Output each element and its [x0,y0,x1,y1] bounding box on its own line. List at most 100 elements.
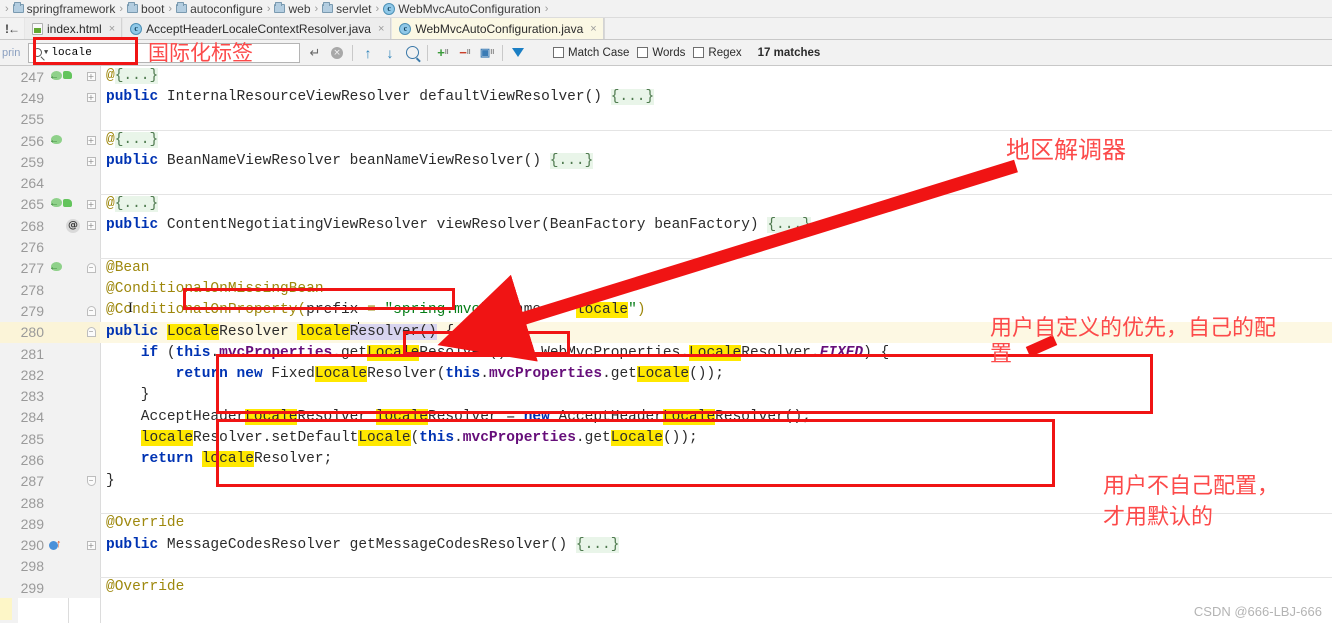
code-row[interactable]: 256 + @{...} [0,129,1332,152]
fold-control[interactable]: + [82,157,100,167]
line-gutter[interactable]: 280 − [0,321,100,343]
bean-icon[interactable] [49,134,62,147]
fold-expand-icon[interactable]: + [86,199,96,209]
tab-index-html[interactable]: index.html × [24,18,123,39]
fold-control[interactable]: + [82,72,100,82]
code-row[interactable]: 259 + public BeanNameViewResolver beanNa… [0,151,1332,173]
code-row[interactable]: 298 [0,555,1332,578]
at-icon[interactable]: @ [66,218,80,233]
fold-control[interactable]: + [82,136,100,146]
code-row[interactable]: 276 [0,236,1332,258]
fold-expand-icon[interactable]: + [86,72,96,82]
bean-overlay-icon[interactable] [63,198,74,210]
add-occurrence-button[interactable]: + II [432,42,454,64]
find-next-button[interactable]: ↓ [379,42,401,64]
code-row[interactable]: 265 + @{...} [0,193,1332,216]
fold-collapse-icon[interactable]: − [86,305,96,316]
code-row[interactable]: 286 return localeResolver; [0,449,1332,471]
fold-control[interactable]: − [82,327,100,338]
code-row[interactable]: 287 − } [0,470,1332,492]
line-gutter[interactable]: 247 + [0,66,100,88]
line-gutter[interactable]: 265 + [0,193,100,216]
gutter-icons[interactable]: @ [48,218,82,233]
gutter-icons[interactable] [48,134,82,147]
line-gutter[interactable]: 256 + [0,129,100,152]
breadcrumb-item-boot[interactable]: boot [124,2,167,16]
line-gutter[interactable]: 249 + [0,87,100,109]
bean-overlay-icon[interactable] [63,71,74,82]
fold-expand-icon[interactable]: + [86,221,96,231]
close-icon[interactable]: × [590,23,596,35]
match-case-checkbox[interactable]: Match Case [553,47,629,59]
line-gutter[interactable]: 277 − [0,257,100,279]
close-icon[interactable]: × [378,23,384,35]
tab-webmvcautoconfiguration-java[interactable]: c WebMvcAutoConfiguration.java × [391,18,604,39]
regex-checkbox[interactable]: Regex [693,47,742,59]
code-row[interactable]: 284 AcceptHeaderLocaleResolver localeRes… [0,406,1332,429]
gutter-icons[interactable] [48,70,82,83]
code-row[interactable]: 249 + public InternalResourceViewResolve… [0,87,1332,109]
fold-expand-icon[interactable]: + [86,136,96,146]
code-row[interactable]: 264 [0,172,1332,194]
select-all-occurrences-button[interactable]: ▣ II [476,42,498,64]
line-gutter[interactable]: 255 [0,108,100,130]
breadcrumb-item-web[interactable]: web [271,2,313,16]
gutter-icons[interactable] [48,262,82,274]
find-all-button[interactable] [401,42,423,64]
line-gutter[interactable]: 278 [0,278,100,301]
line-gutter[interactable]: 259 + [0,151,100,173]
search-history-button[interactable]: ↵ [304,42,326,64]
checkbox-box[interactable] [553,47,564,58]
code-row-current[interactable]: 280 − public LocaleResolver localeResolv… [0,321,1332,343]
remove-occurrence-button[interactable]: − II [454,42,476,64]
code-row[interactable]: 268 @ + public ContentNegotiatingViewRes… [0,215,1332,237]
find-previous-button[interactable]: ↑ [357,42,379,64]
line-gutter[interactable]: 290 + [0,534,100,556]
line-gutter[interactable]: 299 [0,577,100,599]
code-row[interactable]: 279 − @ConditionalOnProperty(prefix = "s… [0,300,1332,322]
line-gutter[interactable]: 287 − [0,470,100,492]
code-row[interactable]: 282 return new FixedLocaleResolver(this.… [0,364,1332,386]
code-editor[interactable]: 247 + @{...} 249 + public InternalResour… [0,66,1332,623]
line-gutter[interactable]: 281 [0,342,100,365]
fold-control[interactable]: + [82,221,100,231]
line-gutter[interactable]: 279 − [0,300,100,322]
line-gutter[interactable]: 264 [0,172,100,194]
fold-collapse-end-icon[interactable]: − [86,476,96,487]
filter-button[interactable] [507,42,529,64]
line-gutter[interactable]: 288 [0,491,100,514]
words-checkbox[interactable]: Words [637,47,685,59]
code-lines[interactable]: 247 + @{...} 249 + public InternalResour… [0,66,1332,599]
fold-expand-icon[interactable]: + [86,157,96,167]
line-gutter[interactable]: 298 [0,555,100,578]
code-row[interactable]: 299 @Override [0,577,1332,599]
line-gutter[interactable]: 286 [0,449,100,471]
line-gutter[interactable]: 283 [0,385,100,407]
bean-icon[interactable] [49,70,62,83]
bean-icon[interactable] [49,198,62,210]
checkbox-box[interactable] [637,47,649,58]
tab-acceptheaderlocalecontextresolver-java[interactable]: c AcceptHeaderLocaleContextResolver.java… [122,18,392,39]
line-gutter[interactable]: 276 [0,236,100,258]
checkbox-box[interactable] [693,47,705,58]
fold-control[interactable]: + [82,93,100,103]
fold-collapse-icon[interactable]: − [86,263,96,274]
breadcrumb-item-servlet[interactable]: servlet [319,2,374,16]
fold-control[interactable]: + [82,540,100,550]
fold-control[interactable]: + [82,199,100,209]
code-row[interactable]: 288 [0,491,1332,514]
code-row[interactable]: 247 + @{...} [0,66,1332,88]
code-row[interactable]: 255 [0,108,1332,130]
line-gutter[interactable]: 284 [0,406,100,429]
fold-control[interactable]: − [82,305,100,316]
fold-control[interactable]: − [82,263,100,274]
gutter-icons[interactable] [48,538,82,552]
code-row[interactable]: 289 @Override [0,513,1332,535]
breadcrumb-item-webmvcautoconfiguration[interactable]: c WebMvcAutoConfiguration [380,2,544,16]
breadcrumb-item-springframework[interactable]: springframework [10,2,119,16]
chevron-down-icon[interactable]: ▼ [44,49,48,57]
close-icon[interactable]: × [109,23,115,35]
gutter-icons[interactable] [48,198,82,210]
code-row[interactable]: 285 localeResolver.setDefaultLocale(this… [0,428,1332,450]
code-row[interactable]: 278 @ConditionalOnMissingBean [0,278,1332,301]
